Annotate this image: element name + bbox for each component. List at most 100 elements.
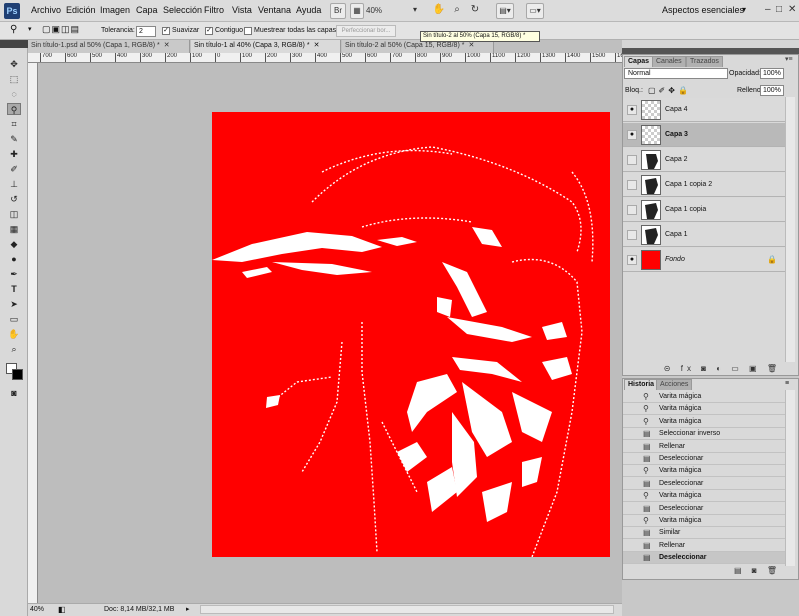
status-arrow-icon[interactable]: ▸ (186, 605, 190, 613)
visibility-eye-icon[interactable] (627, 205, 637, 215)
menu-imagen[interactable]: Imagen (100, 5, 130, 15)
history-item[interactable]: ⚲ Varita mágica (623, 465, 785, 478)
close-icon[interactable]: ✕ (314, 42, 320, 49)
chevron-down-icon[interactable]: ▾ (742, 5, 746, 14)
chevron-down-icon[interactable]: ▾ (410, 3, 420, 19)
pen-tool-icon[interactable]: ✒ (7, 268, 21, 280)
bridge-icon[interactable]: Br (330, 3, 346, 19)
brush-tool-icon[interactable]: ✐ (7, 163, 21, 175)
workspace-switcher[interactable]: Aspectos esenciales (662, 5, 744, 15)
tab-capas[interactable]: Capas (624, 56, 654, 67)
panel-menu-icon[interactable]: ▾≡ (785, 55, 793, 63)
history-item[interactable]: ▤ Seleccionar inverso (623, 428, 785, 441)
hand-icon[interactable]: ✋ (432, 3, 446, 19)
layer-row[interactable]: Capa 1 (623, 223, 785, 247)
history-item[interactable]: ▤ Similar (623, 527, 785, 540)
history-item[interactable]: ▤ Rellenar (623, 441, 785, 453)
tab-canales[interactable]: Canales (652, 56, 686, 67)
rotate-view-icon[interactable]: ↻ (468, 3, 482, 19)
arrange-documents-icon[interactable]: ▤▾ (496, 3, 514, 19)
history-item[interactable]: ▤ Deseleccionar (623, 552, 785, 565)
shape-tool-icon[interactable]: ▭ (7, 313, 21, 325)
layer-row[interactable]: Capa 1 copia 2 (623, 173, 785, 197)
history-item[interactable]: ▤ Deseleccionar (623, 453, 785, 465)
lock-options-icons[interactable]: ▢✐✥🔒 (648, 86, 691, 95)
zoom-tool-icon[interactable]: ⌕ (7, 343, 21, 355)
menu-capa[interactable]: Capa (136, 5, 158, 15)
layer-row[interactable]: ● Capa 3 (623, 123, 785, 147)
tolerance-input[interactable]: 2 (136, 26, 156, 37)
menu-edicion[interactable]: Edición (66, 5, 96, 15)
zoom-select[interactable]: 40% (366, 3, 410, 19)
menu-ayuda[interactable]: Ayuda (296, 5, 321, 15)
history-item[interactable]: ▤ Rellenar (623, 540, 785, 552)
sample-all-layers-checkbox[interactable] (244, 27, 252, 35)
blend-mode-select[interactable]: Normal (624, 68, 728, 79)
marquee-tool-icon[interactable]: ⬚ (7, 73, 21, 85)
tab-trazados[interactable]: Trazados (686, 56, 723, 67)
visibility-eye-icon[interactable] (627, 230, 637, 240)
tab-document-1[interactable]: Sin título-1.psd al 50% (Capa 1, RGB/8) … (28, 40, 190, 53)
history-scrollbar[interactable] (785, 390, 795, 566)
close-icon[interactable]: ✕ (164, 42, 170, 49)
layer-row[interactable]: Capa 1 copia (623, 198, 785, 222)
history-item[interactable]: ⚲ Varita mágica (623, 391, 785, 403)
clone-stamp-tool-icon[interactable]: ⊥ (7, 178, 21, 190)
type-tool-icon[interactable]: T (7, 283, 21, 295)
healing-brush-tool-icon[interactable]: ✚ (7, 148, 21, 160)
menu-archivo[interactable]: Archivo (31, 5, 61, 15)
blur-tool-icon[interactable]: ◆ (7, 238, 21, 250)
chevron-down-icon[interactable]: ▾ (28, 25, 32, 33)
horizontal-scrollbar[interactable] (200, 605, 614, 614)
history-item[interactable]: ⚲ Varita mágica (623, 416, 785, 428)
document-canvas[interactable] (212, 112, 610, 557)
visibility-eye-icon[interactable]: ● (627, 105, 637, 115)
layer-row[interactable]: ● Capa 4 (623, 98, 785, 122)
history-item[interactable]: ⚲ Varita mágica (623, 403, 785, 416)
tab-historia[interactable]: Historia (624, 379, 659, 390)
layers-scrollbar[interactable] (785, 97, 795, 362)
layers-footer-icons[interactable]: ⊝ fx ◙ ◐ ▭ ▣ 🗑 (623, 364, 785, 376)
history-item[interactable]: ⚲ Varita mágica (623, 490, 785, 503)
refine-edge-button[interactable]: Perfeccionar bor... (336, 25, 396, 37)
history-item[interactable]: ▤ Deseleccionar (623, 478, 785, 490)
fill-input[interactable]: 100% (760, 85, 784, 96)
status-menu-icon[interactable]: ◧ (58, 605, 66, 614)
menu-filtro[interactable]: Filtro (204, 5, 224, 15)
lasso-tool-icon[interactable]: ◌ (7, 88, 21, 100)
visibility-eye-icon[interactable]: ● (627, 255, 637, 265)
dodge-tool-icon[interactable]: ● (7, 253, 21, 265)
visibility-eye-icon[interactable]: ● (627, 130, 637, 140)
layer-row[interactable]: Capa 2 (623, 148, 785, 172)
visibility-eye-icon[interactable] (627, 155, 637, 165)
history-footer-icons[interactable]: ▤ ◙ 🗑 (623, 566, 785, 578)
crop-tool-icon[interactable]: ⌗ (7, 118, 21, 130)
minimize-icon[interactable]: – (765, 4, 771, 15)
maximize-icon[interactable]: □ (776, 4, 782, 15)
menu-ventana[interactable]: Ventana (258, 5, 291, 15)
opacity-input[interactable]: 100% (760, 68, 784, 79)
history-item[interactable]: ⚲ Varita mágica (623, 515, 785, 527)
path-selection-tool-icon[interactable]: ➤ (7, 298, 21, 310)
selection-mode-icons[interactable]: ▢▣◫▤ (42, 24, 80, 35)
close-icon[interactable]: ✕ (468, 42, 474, 49)
menu-seleccion[interactable]: Selección (163, 5, 202, 15)
contiguous-checkbox[interactable]: ✓ (205, 27, 213, 35)
toolbox-header[interactable] (0, 40, 28, 48)
zoom-icon[interactable]: ⌕ (450, 3, 464, 19)
screen-mode-icon[interactable]: ▭▾ (526, 3, 544, 19)
hand-tool-icon[interactable]: ✋ (7, 328, 21, 340)
move-tool-icon[interactable]: ✥ (7, 58, 21, 70)
gradient-tool-icon[interactable]: ▦ (7, 223, 21, 235)
tab-document-2[interactable]: Sin título-1 al 40% (Capa 3, RGB/8) * ✕ (191, 40, 341, 53)
close-icon[interactable]: ✕ (788, 4, 796, 15)
history-brush-tool-icon[interactable]: ↺ (7, 193, 21, 205)
magic-wand-icon[interactable]: ⚲ (10, 24, 17, 35)
status-zoom[interactable]: 40% (30, 606, 44, 613)
smooth-checkbox[interactable]: ✓ (162, 27, 170, 35)
view-extras-icon[interactable]: ▦ (350, 3, 364, 19)
tab-acciones[interactable]: Acciones (656, 379, 693, 390)
quick-mask-icon[interactable]: ◙ (7, 387, 21, 399)
visibility-eye-icon[interactable] (627, 180, 637, 190)
panel-menu-icon[interactable]: ≡ (785, 380, 789, 387)
